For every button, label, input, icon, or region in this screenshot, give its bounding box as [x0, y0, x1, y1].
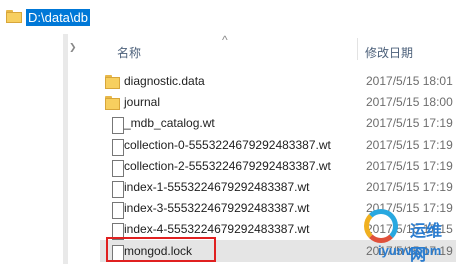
file-row[interactable]: journal 2017/5/15 18:00: [100, 91, 456, 113]
watermark-logo-icon: [364, 209, 398, 243]
address-path[interactable]: D:\data\db: [26, 9, 90, 26]
file-date-modified: 2017/5/15 17:19: [366, 180, 453, 194]
sort-ascending-icon: ^: [222, 33, 228, 47]
file-date-modified: 2017/5/15 18:00: [366, 95, 453, 110]
address-bar[interactable]: D:\data\db: [0, 0, 456, 34]
navigation-scrollbar[interactable]: [63, 34, 68, 264]
file-row[interactable]: index-1-5553224679292483387.wt 2017/5/15 …: [100, 176, 456, 198]
folder-icon: [105, 94, 120, 111]
file-row[interactable]: collection-0-5553224679292483387.wt 2017/…: [100, 134, 456, 156]
file-icon: [105, 179, 124, 198]
file-name: index-1-5553224679292483387.wt: [124, 180, 310, 194]
file-name: journal: [124, 95, 161, 110]
file-name: index-4-5553224679292483387.wt: [124, 222, 310, 237]
file-name: collection-2-5553224679292483387.wt: [124, 158, 331, 173]
file-row[interactable]: collection-2-5553224679292483387.wt 2017/…: [100, 155, 456, 177]
navigation-pane: [0, 34, 68, 264]
file-date-modified: 2017/5/15 17:19: [366, 137, 453, 152]
file-name: index-3-5553224679292483387.wt: [124, 201, 310, 216]
column-header-name[interactable]: 名称: [117, 44, 141, 61]
file-icon: [105, 115, 124, 135]
file-date-modified: 2017/5/15 17:19: [366, 116, 453, 131]
file-name: diagnostic.data: [124, 74, 205, 88]
file-icon: [105, 200, 124, 220]
watermark: 运维网 iyunv.com: [330, 205, 456, 264]
column-header-date-modified[interactable]: 修改日期: [365, 44, 413, 61]
chevron-right-icon[interactable]: ❯: [69, 42, 77, 53]
highlight-box: [106, 237, 216, 262]
column-divider[interactable]: [357, 38, 358, 60]
file-name: _mdb_catalog.wt: [124, 116, 215, 131]
file-icon: [105, 221, 124, 241]
file-row[interactable]: diagnostic.data 2017/5/15 18:01: [100, 70, 456, 92]
file-date-modified: 2017/5/15 17:19: [366, 158, 453, 173]
folder-icon: [105, 73, 120, 90]
file-date-modified: 2017/5/15 18:01: [366, 74, 453, 88]
folder-icon: [6, 10, 22, 23]
watermark-url: iyunv.com: [378, 243, 442, 258]
file-name: collection-0-5553224679292483387.wt: [124, 137, 331, 152]
file-row[interactable]: _mdb_catalog.wt 2017/5/15 17:19: [100, 112, 456, 135]
file-icon: [105, 137, 124, 156]
file-icon: [105, 158, 124, 177]
